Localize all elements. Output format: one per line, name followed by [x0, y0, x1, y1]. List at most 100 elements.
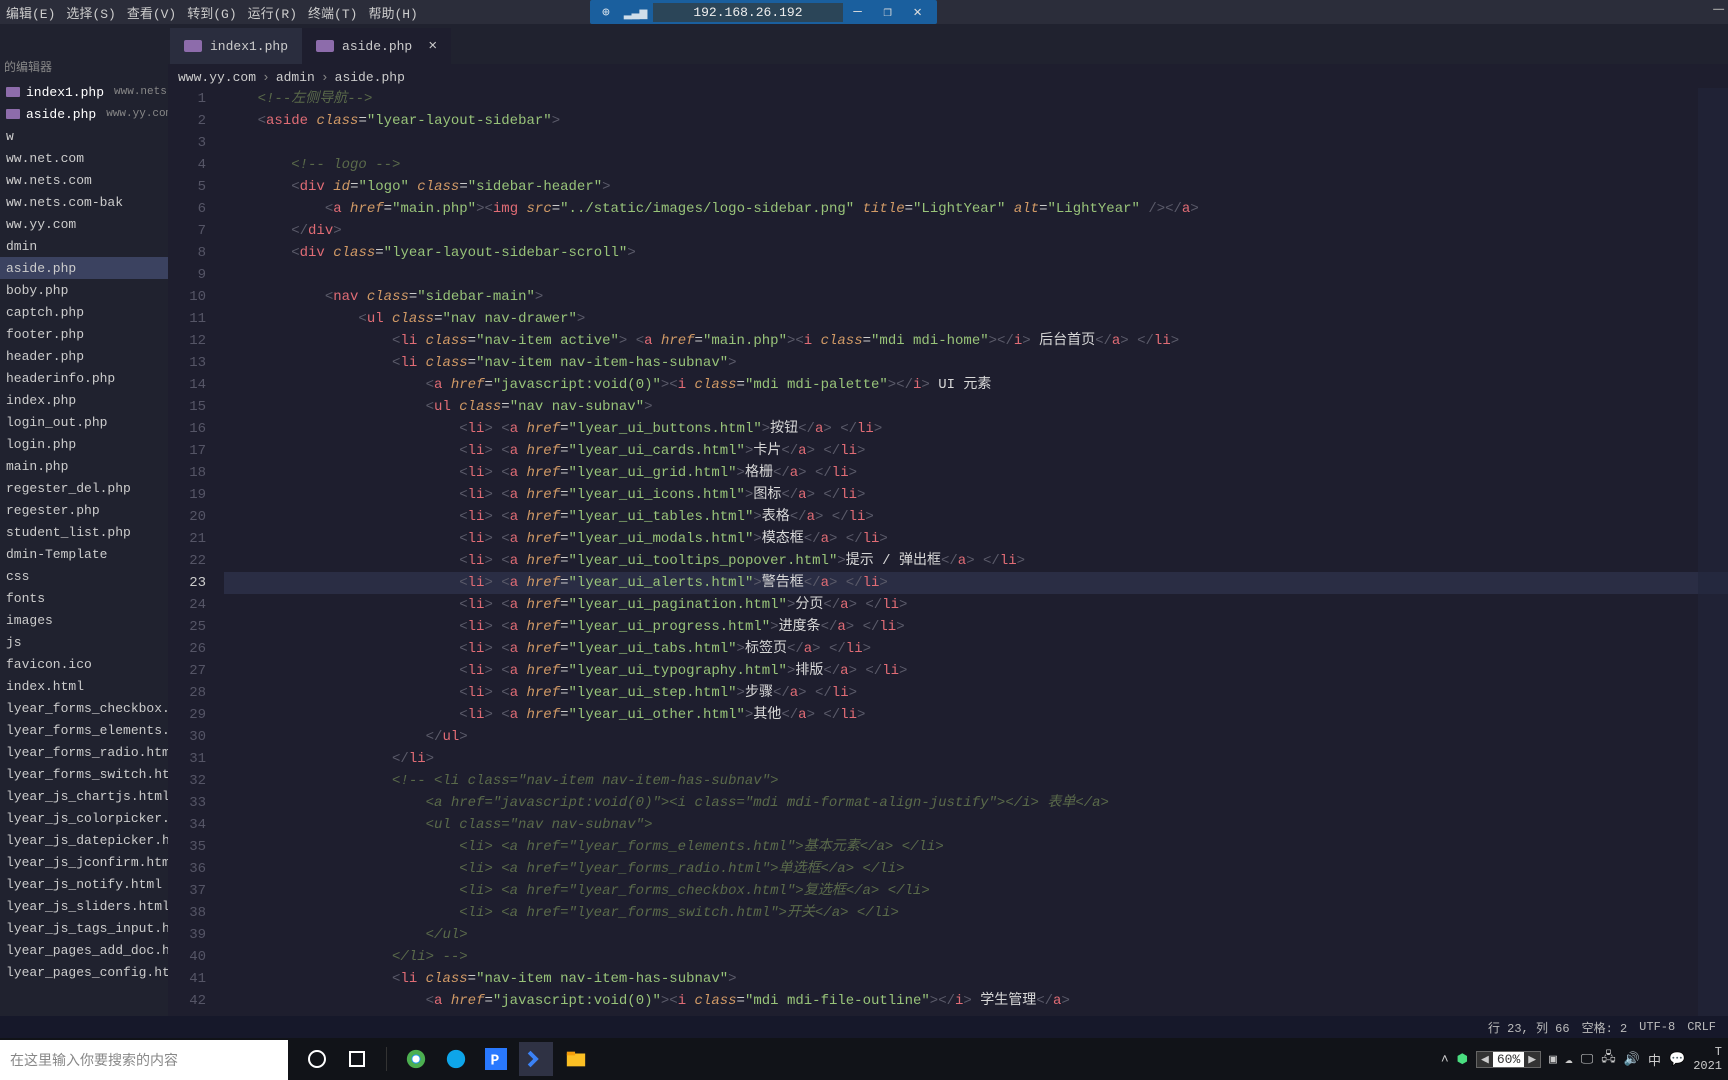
code-line[interactable]: <li> <a href="lyear_ui_progress.html">进度… [224, 616, 1728, 638]
menu-item[interactable]: 终端(T) [304, 1, 361, 24]
menu-item[interactable]: 选择(S) [62, 1, 119, 24]
code-line[interactable]: <ul class="nav nav-subnav"> [224, 396, 1728, 418]
code-line[interactable]: <li> <a href="lyear_ui_other.html">其他</a… [224, 704, 1728, 726]
breadcrumb-segment[interactable]: admin [276, 70, 315, 85]
code-line[interactable]: <li class="nav-item nav-item-has-subnav"… [224, 352, 1728, 374]
file-tree-item[interactable]: fonts [0, 587, 168, 609]
file-tree-item[interactable]: login_out.php [0, 411, 168, 433]
code-line[interactable]: <li> <a href="lyear_ui_icons.html">图标</a… [224, 484, 1728, 506]
file-tree-item[interactable]: footer.php [0, 323, 168, 345]
code-line[interactable]: </ul> [224, 726, 1728, 748]
file-tree-item[interactable]: lyear_pages_add_doc.html [0, 939, 168, 961]
code-line[interactable]: </ul> [224, 924, 1728, 946]
zoom-control[interactable]: ◀ 60% ▶ [1476, 1051, 1541, 1068]
file-tree-item[interactable]: lyear_forms_elements.html [0, 719, 168, 741]
taskview-icon[interactable] [340, 1042, 374, 1076]
code-line[interactable]: <a href="javascript:void(0)"><i class="m… [224, 792, 1728, 814]
system-tray[interactable]: ˄ ⬢ ◀ 60% ▶ ▣ ☁ 🖵 🖧 🔊 中 💬 T 2021 [1441, 1045, 1722, 1073]
remote-restore-button[interactable]: ❐ [873, 4, 903, 21]
tray-power-icon[interactable]: ▣ [1549, 1052, 1557, 1067]
code-line[interactable]: <div id="logo" class="sidebar-header"> [224, 176, 1728, 198]
chrome-icon[interactable] [399, 1042, 433, 1076]
windows-search-input[interactable]: 在这里输入你要搜索的内容 [0, 1040, 288, 1080]
code-line[interactable]: <li> <a href="lyear_ui_typography.html">… [224, 660, 1728, 682]
cursor-position[interactable]: 行 23, 列 66 [1488, 1019, 1570, 1036]
breadcrumb-segment[interactable]: www.yy.com [178, 70, 256, 85]
file-tree-item[interactable]: headerinfo.php [0, 367, 168, 389]
code-line[interactable] [224, 132, 1728, 154]
zoom-in-icon[interactable]: ▶ [1528, 1052, 1536, 1067]
file-tree-item[interactable]: aside.php [0, 257, 168, 279]
windows-taskbar[interactable]: 在这里输入你要搜索的内容 P ˄ ⬢ ◀ 60% ▶ ▣ ☁ 🖵 🖧 🔊 中 💬… [0, 1038, 1728, 1080]
file-tree-item[interactable]: index.php [0, 389, 168, 411]
file-tree-item[interactable]: lyear_js_sliders.html [0, 895, 168, 917]
breadcrumb-segment[interactable]: aside.php [335, 70, 405, 85]
file-tree-item[interactable]: regester_del.php [0, 477, 168, 499]
code-line[interactable]: </div> [224, 220, 1728, 242]
file-tree-item[interactable]: student_list.php [0, 521, 168, 543]
file-tree-item[interactable]: ww.nets.com-bak [0, 191, 168, 213]
file-tree-item[interactable]: lyear_js_colorpicker.html [0, 807, 168, 829]
file-tree-item[interactable]: header.php [0, 345, 168, 367]
file-tree-item[interactable]: index.html [0, 675, 168, 697]
menu-item[interactable]: 转到(G) [183, 1, 240, 24]
menu-item[interactable]: 查看(V) [123, 1, 180, 24]
code-line[interactable]: <nav class="sidebar-main"> [224, 286, 1728, 308]
code-line[interactable]: <li> <a href="lyear_ui_tooltips_popover.… [224, 550, 1728, 572]
file-tree-item[interactable]: ww.net.com [0, 147, 168, 169]
zoom-out-icon[interactable]: ◀ [1481, 1052, 1489, 1067]
file-tree-item[interactable]: login.php [0, 433, 168, 455]
code-line[interactable]: <li> <a href="lyear_ui_pagination.html">… [224, 594, 1728, 616]
code-area[interactable]: <!--左侧导航--> <aside class="lyear-layout-s… [224, 88, 1728, 1038]
code-line[interactable]: <li class="nav-item nav-item-has-subnav"… [224, 968, 1728, 990]
phpstorm-icon[interactable]: P [479, 1042, 513, 1076]
code-line[interactable]: <li> <a href="lyear_forms_elements.html"… [224, 836, 1728, 858]
code-line[interactable]: <li> <a href="lyear_ui_alerts.html">警告框<… [224, 572, 1728, 594]
open-editor-item[interactable]: index1.phpwww.nets.com [0, 81, 168, 103]
file-tree-item[interactable]: js [0, 631, 168, 653]
editor-tab[interactable]: aside.php× [302, 28, 451, 64]
file-tree-item[interactable]: favicon.ico [0, 653, 168, 675]
file-tree-item[interactable]: captch.php [0, 301, 168, 323]
code-line[interactable]: <a href="javascript:void(0)"><i class="m… [224, 374, 1728, 396]
encoding[interactable]: UTF-8 [1639, 1020, 1675, 1034]
tray-mongo-icon[interactable]: ⬢ [1457, 1052, 1468, 1067]
minimap[interactable] [1698, 88, 1728, 1038]
file-tree-item[interactable]: lyear_js_tags_input.html [0, 917, 168, 939]
file-tree-item[interactable]: css [0, 565, 168, 587]
editor-tab[interactable]: index1.php [170, 28, 302, 64]
file-tree-item[interactable]: ww.yy.com [0, 213, 168, 235]
tray-chevron-icon[interactable]: ˄ [1441, 1052, 1449, 1067]
remote-close-button[interactable]: ✕ [903, 4, 933, 21]
code-line[interactable] [224, 264, 1728, 286]
code-line[interactable]: <li> <a href="lyear_ui_cards.html">卡片</a… [224, 440, 1728, 462]
code-line[interactable]: <!-- <li class="nav-item nav-item-has-su… [224, 770, 1728, 792]
code-line[interactable]: <ul class="nav nav-subnav"> [224, 814, 1728, 836]
pin-icon[interactable]: ⊕ [594, 5, 618, 20]
file-tree-item[interactable]: ww.nets.com [0, 169, 168, 191]
file-tree-item[interactable]: lyear_forms_checkbox.html [0, 697, 168, 719]
notification-icon[interactable]: 💬 [1669, 1052, 1685, 1067]
code-line[interactable]: <!-- logo --> [224, 154, 1728, 176]
file-tree-item[interactable]: lyear_js_notify.html [0, 873, 168, 895]
file-tree-item[interactable]: lyear_forms_switch.html [0, 763, 168, 785]
minimize-button[interactable]: — [1713, 0, 1724, 20]
file-tree-item[interactable]: lyear_forms_radio.html [0, 741, 168, 763]
code-line[interactable]: <aside class="lyear-layout-sidebar"> [224, 110, 1728, 132]
file-explorer[interactable]: 的编辑器 index1.phpwww.nets.comaside.phpwww.… [0, 52, 168, 1038]
file-tree-item[interactable]: lyear_js_jconfirm.html [0, 851, 168, 873]
code-line[interactable]: <a href="main.php"><img src="../static/i… [224, 198, 1728, 220]
code-line[interactable]: <ul class="nav nav-drawer"> [224, 308, 1728, 330]
code-line[interactable]: <li> <a href="lyear_ui_grid.html">格栅</a>… [224, 462, 1728, 484]
code-line[interactable]: <li> <a href="lyear_ui_step.html">步骤</a>… [224, 682, 1728, 704]
close-tab-icon[interactable]: × [428, 38, 437, 55]
file-tree-item[interactable]: lyear_js_chartjs.html [0, 785, 168, 807]
tray-network-icon[interactable]: 🖧 [1601, 1048, 1616, 1070]
open-editor-item[interactable]: aside.phpwww.yy.com/a... [0, 103, 168, 125]
code-line[interactable]: </li> [224, 748, 1728, 770]
file-tree-item[interactable]: dmin [0, 235, 168, 257]
file-tree-item[interactable]: lyear_pages_config.html [0, 961, 168, 983]
code-line[interactable]: <li> <a href="lyear_ui_tabs.html">标签页</a… [224, 638, 1728, 660]
edge-icon[interactable] [439, 1042, 473, 1076]
file-tree-item[interactable]: dmin-Template [0, 543, 168, 565]
